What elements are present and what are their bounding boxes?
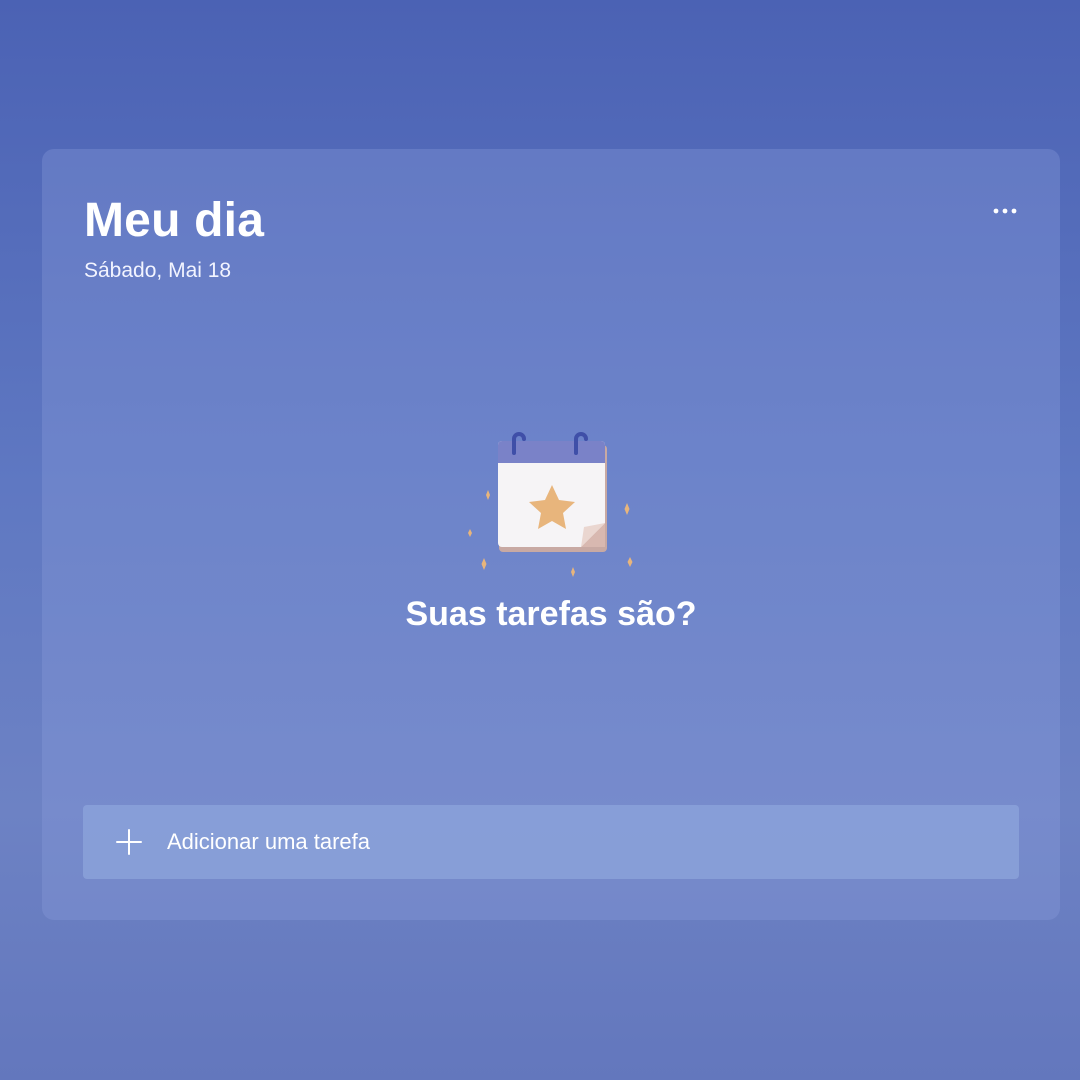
- add-task-input[interactable]: Adicionar uma tarefa: [83, 805, 1019, 879]
- add-task-placeholder: Adicionar uma tarefa: [167, 829, 370, 854]
- page-date: Sábado, Mai 18: [84, 259, 232, 282]
- plus-icon: [114, 827, 144, 857]
- empty-state-message: Suas tarefas são?: [405, 595, 697, 633]
- more-horizontal-icon: [993, 208, 1017, 214]
- calendar-star-icon: [468, 432, 633, 577]
- more-options-button[interactable]: [988, 197, 1022, 225]
- my-day-panel: Meu dia Sábado, Mai 18 Suas tarefas são?…: [42, 149, 1060, 920]
- page-title: Meu dia: [84, 194, 265, 247]
